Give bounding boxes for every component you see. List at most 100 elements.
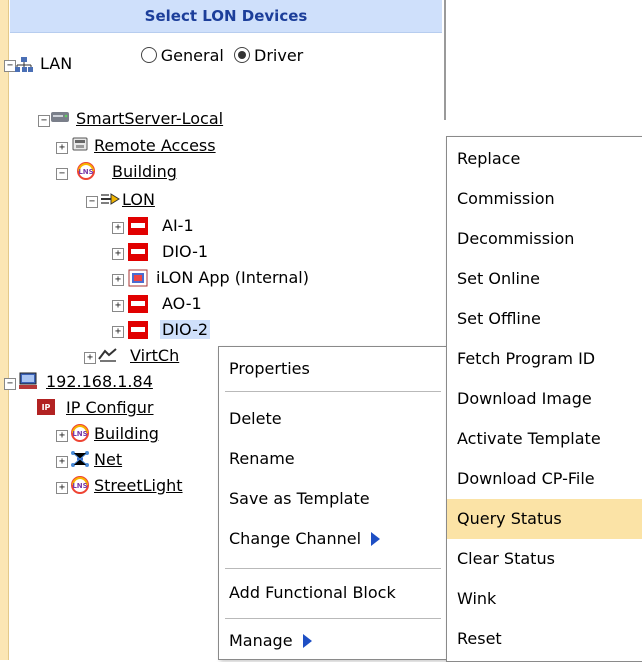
submenu-item-label: Set Offline [457,309,541,328]
submenu-item-label: Wink [457,589,497,608]
lns-icon: LNS [70,424,90,442]
menu-item-add-functional-block[interactable]: Add Functional Block [219,573,447,613]
tree-node-virtch[interactable]: VirtCh [130,344,179,368]
tree-node-label: AI-1 [162,216,194,235]
submenu-item-label: Download Image [457,389,592,408]
expand-icon[interactable]: + [112,274,124,286]
expand-icon[interactable]: + [112,300,124,312]
tree-node-label: IP Configur [66,398,154,417]
menu-item-manage[interactable]: Manage [219,621,447,661]
tree-node-label: Building [94,424,159,443]
lns-icon: LNS [76,162,96,180]
tree-node-label: LON [122,190,155,209]
menu-item-delete[interactable]: Delete [219,399,447,439]
tree-node-streetlight[interactable]: StreetLight [94,474,183,498]
tree-node-remote-access[interactable]: Remote Access [94,134,216,158]
tree-node-lon[interactable]: LON [122,188,155,212]
tree-node-dio-2[interactable]: DIO-2 [160,318,211,342]
submenu-item-query-status[interactable]: Query Status [447,499,642,539]
tree-node-label: AO-1 [162,294,202,313]
tree-node-label: iLON App (Internal) [156,268,309,287]
tree-node-label: SmartServer-Local [76,109,224,128]
manage-submenu: Replace Commission Decommission Set Online S… [446,136,642,662]
menu-item-change-channel[interactable]: Change Channel [219,519,447,559]
submenu-item-wink[interactable]: Wink [447,579,642,619]
menu-separator [225,391,441,392]
submenu-item-replace[interactable]: Replace [447,139,642,179]
radio-general[interactable]: General [140,46,224,65]
tree-node-ao-1[interactable]: AO-1 [162,292,202,316]
left-sidebar-strip [0,0,9,660]
lns-icon: LNS [70,476,90,494]
net-icon [70,450,90,467]
tree-node-lan[interactable]: LAN [40,52,72,76]
tree-node-192-168-1-84[interactable]: 192.168.1.84 [46,370,153,394]
context-menu: Properties Delete Rename Save as Templat… [218,346,448,660]
device-icon [128,217,148,235]
expand-icon[interactable]: + [112,222,124,234]
tree-node-ilon-app-internal[interactable]: iLON App (Internal) [156,266,309,290]
expand-icon[interactable]: + [112,248,124,260]
channel-icon [100,191,120,207]
tree-node-ai-1[interactable]: AI-1 [162,214,194,238]
tree-node-label: Remote Access [94,136,216,155]
device-icon [128,321,148,339]
tree-node-label: DIO-1 [162,242,209,261]
submenu-item-download-image[interactable]: Download Image [447,379,642,419]
submenu-arrow-icon [302,634,312,648]
submenu-item-clear-status[interactable]: Clear Status [447,539,642,579]
menu-separator [225,618,441,619]
tree-node-net[interactable]: Net [94,448,122,472]
expand-icon[interactable]: + [56,142,68,154]
collapse-icon[interactable]: − [38,115,50,127]
radio-general-indicator[interactable] [140,47,157,63]
submenu-item-decommission[interactable]: Decommission [447,219,642,259]
tree-node-dio-1[interactable]: DIO-1 [162,240,208,264]
expand-icon[interactable]: + [56,430,68,442]
server-icon [50,109,70,125]
submenu-item-label: Decommission [457,229,575,248]
radio-driver-indicator[interactable] [234,47,250,63]
tree-node-label: LAN [40,54,73,73]
submenu-item-label: Fetch Program ID [457,349,596,368]
expand-icon[interactable]: + [56,456,68,468]
collapse-icon[interactable]: − [86,196,98,208]
submenu-item-label: Query Status [457,509,562,528]
menu-item-properties[interactable]: Properties [219,349,447,389]
menu-item-save-as-template[interactable]: Save as Template [219,479,447,519]
svg-text:LNS: LNS [72,482,87,490]
submenu-item-label: Reset [457,629,502,648]
app-icon [128,269,148,287]
submenu-item-label: Download CP-File [457,469,595,488]
submenu-item-fetch-program-id[interactable]: Fetch Program ID [447,339,642,379]
network-icon [14,56,34,72]
submenu-item-reset[interactable]: Reset [447,619,642,659]
expand-icon[interactable]: + [56,482,68,494]
expand-icon[interactable]: + [84,352,96,364]
radio-driver[interactable]: Driver [234,46,303,65]
tree-node-label: DIO-2 [160,320,211,339]
submenu-item-activate-template[interactable]: Activate Template [447,419,642,459]
panel-divider[interactable] [444,0,446,120]
submenu-arrow-icon [371,532,381,546]
tree-node-building[interactable]: Building [112,160,177,184]
tree-node-ip-configur[interactable]: IP Configur [66,396,154,420]
menu-item-rename[interactable]: Rename [219,439,447,479]
tree-node-label: Net [94,450,123,469]
submenu-item-download-cp-file[interactable]: Download CP-File [447,459,642,499]
tree-node-building[interactable]: Building [94,422,159,446]
svg-text:LNS: LNS [72,430,87,438]
tree-node-smartserver-local[interactable]: SmartServer-Local [76,107,223,131]
submenu-item-set-online[interactable]: Set Online [447,259,642,299]
expand-icon[interactable]: + [112,326,124,338]
submenu-item-set-offline[interactable]: Set Offline [447,299,642,339]
svg-text:IP: IP [42,403,51,412]
device-icon [128,295,148,313]
collapse-icon[interactable]: − [56,168,68,180]
submenu-item-commission[interactable]: Commission [447,179,642,219]
tree-node-label: VirtCh [130,346,180,365]
submenu-item-label: Commission [457,189,555,208]
panel-title: Select LON Devices [144,7,308,25]
collapse-icon[interactable]: − [4,378,16,390]
computer-icon [18,372,38,389]
